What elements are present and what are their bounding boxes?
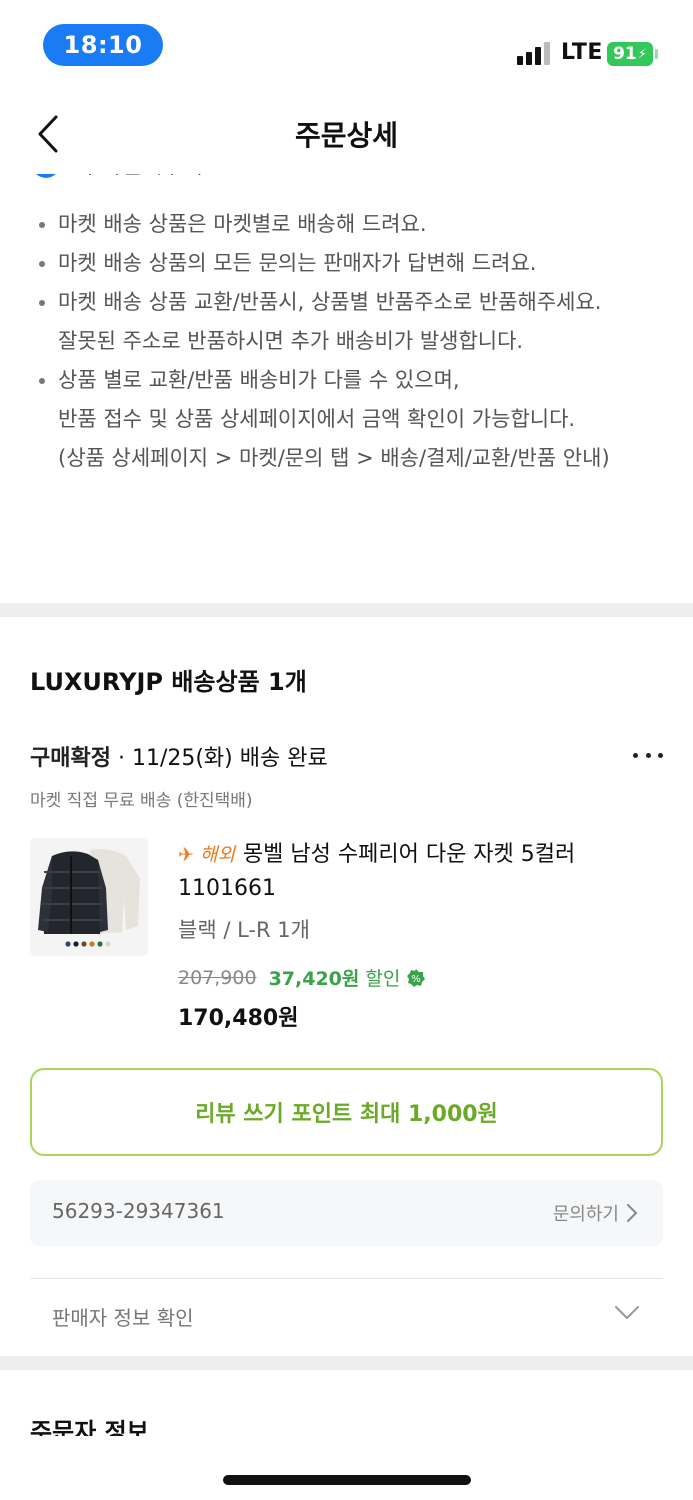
home-indicator[interactable] [223,1475,471,1485]
separator-line [30,1278,663,1279]
chevron-right-icon [627,1204,637,1222]
order-number: 56293-29347361 [52,1199,225,1223]
seller-info-toggle[interactable]: 판매자 정보 확인 [30,1292,663,1344]
section-divider [0,1356,693,1370]
order-status: 구매확정 · 11/25(화) 배송 완료 [30,740,328,772]
jacket-image-icon [30,838,148,956]
more-options-button[interactable] [630,738,666,772]
price-row: 207,900 37,420원 할인 % [178,964,426,991]
signal-icon [517,41,550,65]
notice-item: 마켓 배송 상품의 모든 문의는 판매자가 답변해 드려요. [30,244,650,283]
write-review-button[interactable]: 리뷰 쓰기 포인트 최대 1,000원 [30,1068,663,1156]
overseas-tag-label: 해외 [199,844,235,866]
discount-amount: 37,420원 [268,968,360,990]
status-time: 18:10 [43,24,163,66]
discount-badge-icon: % [407,968,426,987]
battery-level: 91 [613,44,637,64]
order-number-box: 56293-29347361 문의하기 [30,1180,663,1246]
more-dot-icon [645,752,651,758]
chevron-down-icon [615,1306,639,1319]
status-confirmed: 구매확정 [30,746,111,771]
seller-info-label: 판매자 정보 확인 [52,1306,194,1330]
overseas-tag: ✈ 해외 [178,844,235,866]
page-title: 주문상세 [294,119,399,152]
product-name-text: 몽벨 남성 수페리어 다운 자켓 5컬러 1101661 [178,842,576,901]
app-header: 주문상세 [0,92,693,174]
battery-icon: 91 ⚡ [607,42,653,66]
status-detail: · 11/25(화) 배송 완료 [110,746,328,771]
seller-section-title: LUXURYJP 배송상품 1개 [30,668,307,696]
notice-item: 상품 별로 교환/반품 배송비가 다를 수 있으며, 반품 접수 및 상품 상세… [30,361,650,478]
notice-item: 마켓 배송 상품 교환/반품시, 상품별 반품주소로 반품해주세요. 잘못된 주… [30,283,650,361]
product-image[interactable] [30,838,148,956]
status-bar: 18:10 LTE 91 ⚡ [0,0,693,92]
product-info[interactable]: ✈ 해외 몽벨 남성 수페리어 다운 자켓 5컬러 1101661 [178,838,658,906]
orderer-section-title: 주문자 정보 [30,1418,149,1436]
original-price: 207,900 [178,966,257,989]
shipping-method: 마켓 직접 무료 배송 (한진택배) [30,791,253,811]
more-dot-icon [658,752,663,758]
svg-text:%: % [412,974,422,985]
airplane-icon: ✈ [178,844,194,866]
inquiry-link[interactable]: 문의하기 [553,1200,637,1226]
battery-tip [655,49,658,59]
notice-item-text: 상품 별로 교환/반품 배송비가 다를 수 있으며, 반품 접수 및 상품 상세… [58,368,610,470]
inquiry-label: 문의하기 [552,1204,619,1225]
notice-list: 마켓 배송 상품은 마켓별로 배송해 드려요. 마켓 배송 상품의 모든 문의는… [30,205,650,478]
more-dot-icon [633,752,638,758]
notice-item-text: 마켓 배송 상품은 마켓별로 배송해 드려요. [58,212,427,236]
notice-item-text: 마켓 배송 상품 교환/반품시, 상품별 반품주소로 반품해주세요. 잘못된 주… [58,290,602,353]
section-divider [0,603,693,617]
notice-item: 마켓 배송 상품은 마켓별로 배송해 드려요. [30,205,650,244]
notice-item-text: 마켓 배송 상품의 모든 문의는 판매자가 답변해 드려요. [58,251,537,275]
product-name: ✈ 해외 몽벨 남성 수페리어 다운 자켓 5컬러 1101661 [178,838,658,906]
final-price: 170,480원 [178,1006,299,1031]
network-type: LTE [561,40,603,65]
product-option: 블랙 / L-R 1개 [178,918,310,942]
discount-label: 할인 [365,968,401,990]
